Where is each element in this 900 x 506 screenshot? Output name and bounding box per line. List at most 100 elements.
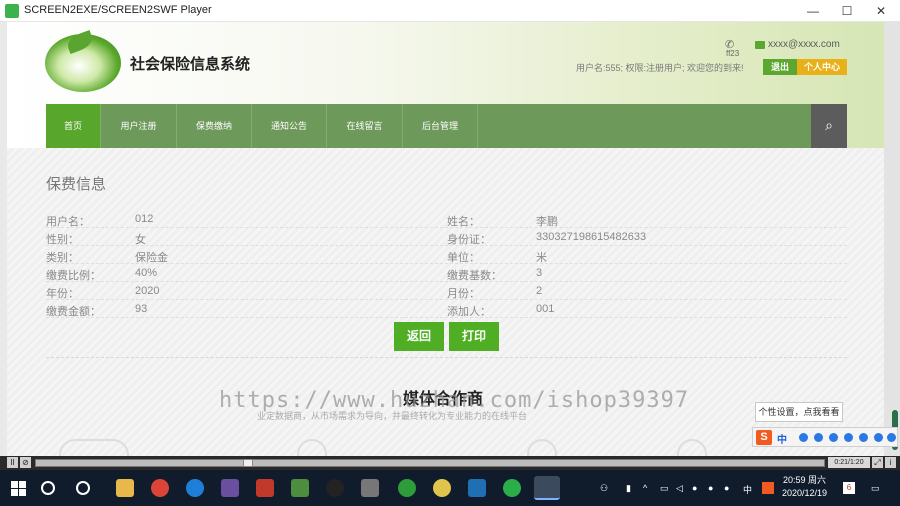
sogou-tray-icon[interactable] (762, 482, 774, 494)
battery-icon[interactable]: ▮ (626, 483, 631, 494)
player-app-icon (5, 4, 19, 18)
info-row: 类别： 保险金 单位： 米 (46, 246, 847, 264)
contact-email[interactable]: xxxx@xxxx.com (768, 39, 840, 50)
watermark-url: https://www.huzhan.com/ishop39397 (219, 388, 690, 413)
phone-number: ff23 (726, 49, 740, 58)
maximize-button[interactable]: ☐ (830, 0, 864, 22)
field-value: 012 (135, 213, 154, 225)
info-row: 用户名： 012 姓名： 李鹏 (46, 210, 847, 228)
fullscreen-icon[interactable]: ⤢ (872, 457, 883, 468)
ime-toolbar[interactable]: S 中 (752, 427, 898, 447)
stop-button[interactable]: ⊘ (20, 457, 31, 468)
partner-logo[interactable] (297, 439, 327, 456)
skin-icon[interactable] (874, 433, 883, 442)
field-label: 缴费基数： (447, 270, 502, 282)
notepad-icon[interactable] (291, 479, 309, 497)
field-label: 缴费金额： (46, 306, 101, 318)
field-value: 001 (536, 303, 555, 315)
menu-grid-icon[interactable] (887, 433, 896, 442)
tray-app-icon[interactable]: ● (724, 483, 729, 493)
partner-logo[interactable] (59, 439, 129, 456)
keyboard-icon[interactable] (844, 433, 853, 442)
content-area: 保费信息 用户名： 012 姓名： 李鹏 性别： 女 身份证： 33032719… (7, 148, 884, 456)
nav-item-notices[interactable]: 通知公告 (252, 104, 327, 148)
right-frame (884, 22, 900, 456)
nav-item-home[interactable]: 首页 (46, 104, 101, 148)
seek-bar[interactable] (35, 459, 825, 467)
field-label: 缴费比例： (46, 270, 101, 282)
network-icon[interactable]: ▭ (660, 483, 669, 494)
user-greeting: 用户名:555; 权限:注册用户; 欢迎您的到来! (576, 63, 744, 73)
field-label: 单位： (447, 252, 480, 264)
action-center-icon[interactable]: ▭ (871, 483, 880, 494)
nav-item-messages[interactable]: 在线留言 (327, 104, 403, 148)
chrome-icon[interactable] (151, 479, 169, 497)
player-title-bar: SCREEN2EXE/SCREEN2SWF Player — ☐ ✕ (0, 0, 900, 22)
back-button[interactable]: 返回 (394, 322, 444, 351)
sogou-logo-icon[interactable]: S (756, 430, 772, 445)
info-row: 缴费比例： 40% 缴费基数： 3 (46, 264, 847, 282)
section-title: 保费信息 (46, 176, 107, 193)
wechat-icon[interactable] (503, 479, 521, 497)
punctuation-icon[interactable] (799, 433, 808, 442)
field-label: 姓名： (447, 216, 480, 228)
people-icon[interactable]: ⚇ (600, 483, 608, 494)
section-divider (46, 357, 847, 358)
browser-icon[interactable] (398, 479, 416, 497)
close-button[interactable]: ✕ (864, 0, 898, 22)
partner-logo[interactable] (677, 439, 707, 456)
nav-item-admin[interactable]: 后台管理 (403, 104, 478, 148)
partner-logo[interactable] (527, 439, 557, 456)
field-label: 身份证： (447, 234, 491, 246)
chevron-up-icon[interactable]: ^ (643, 483, 647, 493)
microphone-icon[interactable] (829, 433, 838, 442)
search-button[interactable]: ⌕ (811, 104, 847, 148)
field-value: 2 (536, 285, 543, 297)
screen2exe-taskbar-icon[interactable] (534, 476, 560, 500)
qq-icon[interactable] (326, 479, 344, 497)
main-nav: 首页 用户注册 保费缴纳 通知公告 在线留言 后台管理 ⌕ (46, 104, 847, 148)
field-value: 保险金 (135, 252, 168, 264)
jetbrains-icon[interactable] (256, 479, 274, 497)
clock-date: 2020/12/19 (782, 488, 828, 498)
emoji-icon[interactable] (814, 433, 823, 442)
nav-item-payment[interactable]: 保费缴纳 (177, 104, 252, 148)
ime-mode-indicator[interactable]: 中 (777, 431, 787, 446)
file-explorer-icon[interactable] (116, 479, 134, 497)
site-title: 社会保险信息系统 (130, 56, 251, 73)
info-row: 性别： 女 身份证： 330327198615482633 (46, 228, 847, 246)
player-controls: II ⊘ 0:21/1:20 ⤢ i (0, 456, 900, 470)
windows-start-icon[interactable] (11, 481, 26, 496)
clock-time: 20:59 周六 (783, 475, 827, 485)
field-value: 2020 (135, 285, 160, 297)
clock[interactable]: 20:59 周六 2020/12/19 (782, 474, 827, 500)
field-value: 93 (135, 303, 148, 315)
nav-item-register[interactable]: 用户注册 (101, 104, 177, 148)
task-view-icon[interactable] (76, 481, 90, 495)
seek-thumb[interactable] (243, 459, 253, 467)
user-center-button[interactable]: 个人中心 (797, 59, 847, 75)
info-icon[interactable]: i (885, 457, 896, 468)
web-page: 社会保险信息系统 ✆ ff23 xxxx@xxxx.com 用户名:555; 权… (7, 22, 884, 456)
logout-button[interactable]: 退出 (763, 59, 797, 75)
tools-icon[interactable] (361, 479, 379, 497)
field-label: 年份： (46, 288, 79, 300)
input-lang[interactable]: 中 (743, 483, 752, 496)
volume-icon[interactable]: ◁ (676, 483, 683, 494)
notification-badge[interactable]: 6 (843, 482, 855, 494)
pause-button[interactable]: II (7, 457, 18, 468)
app-icon[interactable] (468, 479, 486, 497)
tray-app-icon[interactable]: ● (708, 483, 713, 493)
minimize-button[interactable]: — (796, 0, 830, 22)
cortana-icon[interactable] (41, 481, 55, 495)
print-button[interactable]: 打印 (449, 322, 499, 351)
edge-icon[interactable] (186, 479, 204, 497)
app-icon[interactable] (221, 479, 239, 497)
taskbar: ⚇ ▮ ^ ▭ ◁ ● ● ● 中 20:59 周六 2020/12/19 6 … (0, 470, 900, 506)
chat-icon[interactable] (433, 479, 451, 497)
window-title: SCREEN2EXE/SCREEN2SWF Player (24, 4, 212, 16)
tray-app-icon[interactable]: ● (692, 483, 697, 493)
toolbox-icon[interactable] (859, 433, 868, 442)
field-value: 米 (536, 252, 547, 264)
field-value: 40% (135, 267, 158, 279)
